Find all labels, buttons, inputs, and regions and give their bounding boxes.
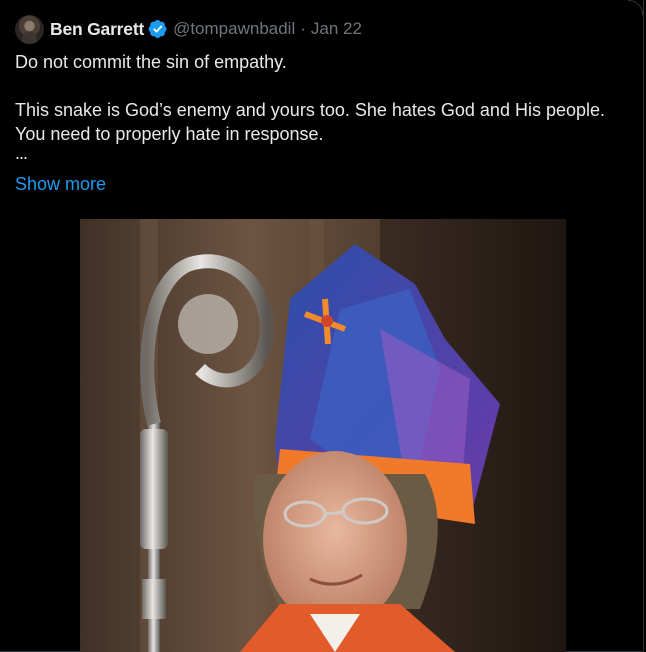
card-border-corner [628,0,643,15]
bishop-photo [80,219,566,652]
tweet-text: Do not commit the sin of empathy. This s… [15,50,625,163]
post-date[interactable]: Jan 22 [311,19,362,39]
show-more-link[interactable]: Show more [15,174,106,195]
tweet-line-1: Do not commit the sin of empathy. [15,52,287,72]
author-handle[interactable]: @tompawnbadil [173,19,295,39]
tweet-media-photo[interactable] [80,219,566,652]
author-display-name[interactable]: Ben Garrett [50,19,144,40]
user-avatar[interactable] [15,14,44,44]
tweet-line-2: This snake is God’s enemy and yours too.… [15,100,606,144]
post-card[interactable]: Ben Garrett @tompawnbadil · Jan 22 Do no… [0,0,644,652]
tweet-ellipsis: ... [15,143,28,163]
post-header: Ben Garrett @tompawnbadil · Jan 22 [15,14,362,44]
verified-badge-icon [148,20,167,38]
separator-dot: · [300,19,306,38]
